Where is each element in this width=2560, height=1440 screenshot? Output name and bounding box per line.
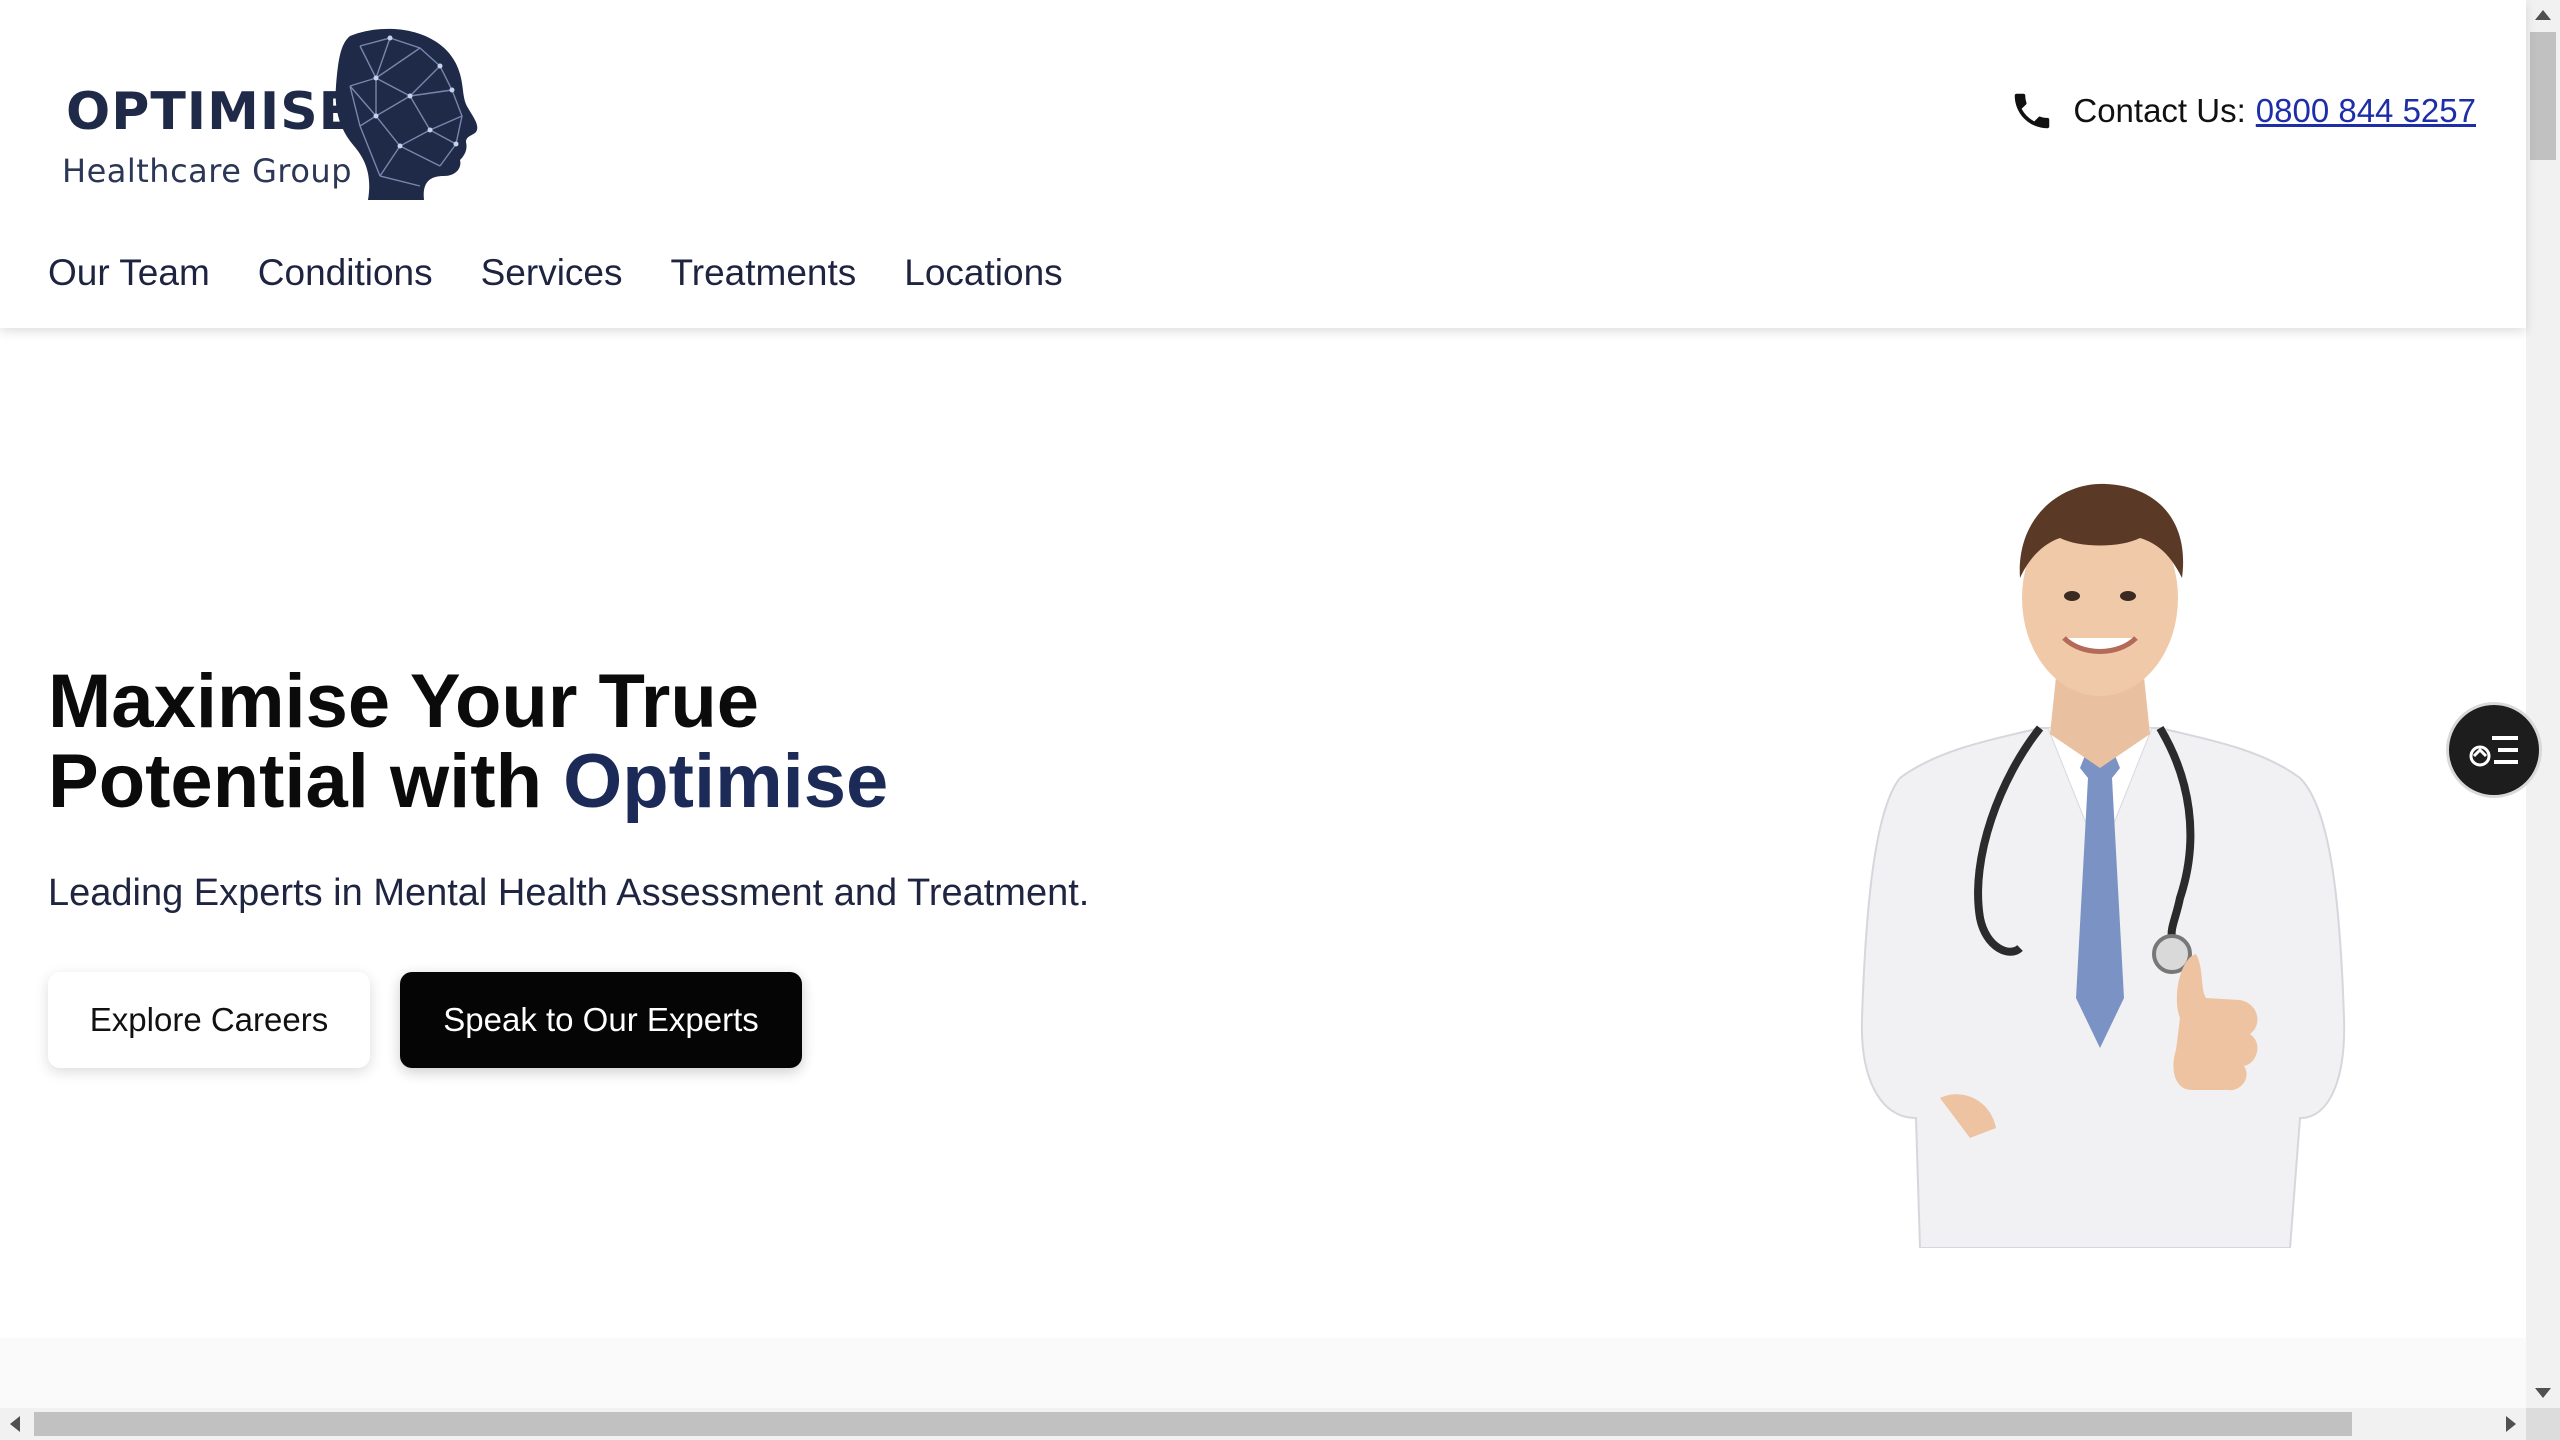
brand-logo[interactable]: OPTIMISE Healthcare Group — [62, 26, 478, 200]
scroll-right-arrow-icon[interactable] — [2506, 1416, 2516, 1432]
scroll-up-arrow-icon[interactable] — [2535, 10, 2551, 20]
phone-icon — [2015, 93, 2050, 129]
speak-to-experts-button[interactable]: Speak to Our Experts — [400, 972, 802, 1068]
head-profile-icon — [335, 28, 478, 200]
hero-title-accent: Optimise — [563, 739, 889, 824]
accessibility-menu-button[interactable] — [2446, 702, 2542, 798]
nav-item-our-team[interactable]: Our Team — [48, 252, 210, 294]
vertical-scrollbar[interactable] — [2526, 0, 2560, 1408]
hero-section: Maximise Your True Potential with Optimi… — [0, 328, 2526, 1338]
phone-link[interactable]: 0800 844 5257 — [2256, 92, 2476, 130]
doctor-thumbs-up-photo — [1860, 483, 2346, 1248]
nav-item-locations[interactable]: Locations — [904, 252, 1062, 294]
main-nav: Our Team Conditions Services Treatments … — [48, 252, 1111, 294]
hero-title: Maximise Your True Potential with Optimi… — [48, 662, 1148, 822]
accessibility-menu-icon — [2469, 736, 2518, 767]
horizontal-scrollbar[interactable] — [0, 1408, 2526, 1440]
scrollbar-corner — [2526, 1408, 2560, 1440]
horizontal-scroll-thumb[interactable] — [34, 1412, 2352, 1436]
hero-subtitle: Leading Experts in Mental Health Assessm… — [48, 872, 1090, 914]
explore-careers-button[interactable]: Explore Careers — [48, 972, 370, 1068]
hero-title-line2-prefix: Potential with — [48, 739, 564, 824]
nav-item-services[interactable]: Services — [481, 252, 623, 294]
nav-item-conditions[interactable]: Conditions — [258, 252, 433, 294]
next-section-edge — [0, 1338, 2526, 1408]
nav-item-treatments[interactable]: Treatments — [671, 252, 857, 294]
vertical-scroll-thumb[interactable] — [2530, 32, 2556, 160]
scroll-left-arrow-icon[interactable] — [10, 1416, 20, 1432]
scroll-down-arrow-icon[interactable] — [2535, 1388, 2551, 1398]
contact-label: Contact Us: — [2073, 92, 2246, 129]
site-header: OPTIMISE Healthcare Group Contact Us: 08… — [0, 0, 2526, 328]
contact-info: Contact Us: 0800 844 5257 — [2009, 88, 2476, 134]
hero-title-line1: Maximise Your True — [48, 659, 760, 744]
